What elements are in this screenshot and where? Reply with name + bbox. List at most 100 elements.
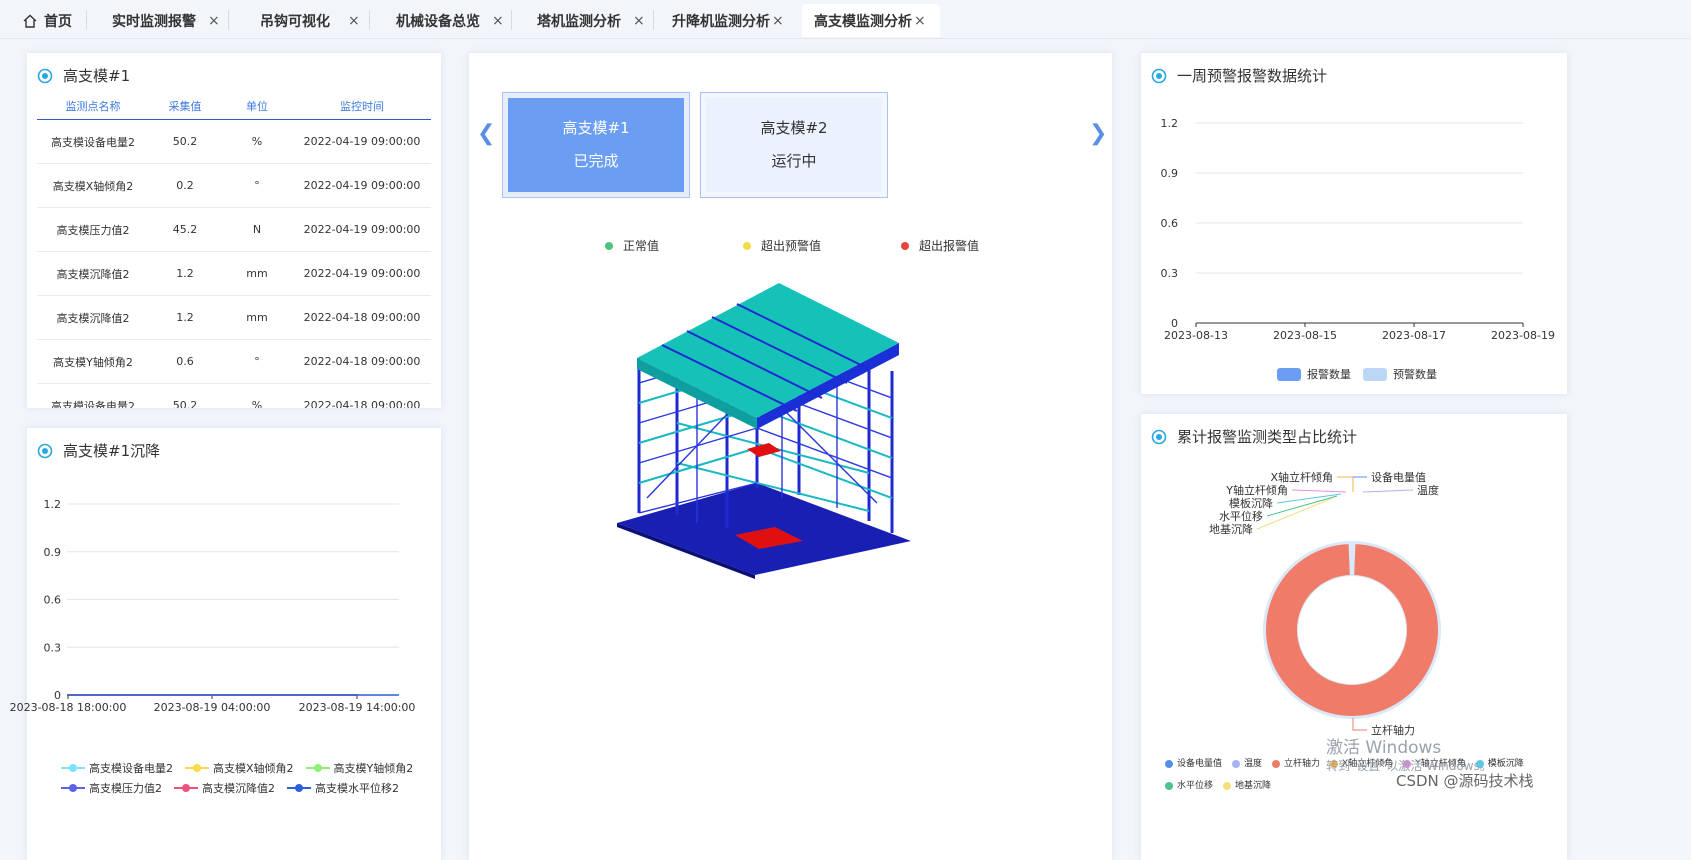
table-cell: % [221, 119, 293, 164]
table-row[interactable]: 高支模沉降值2 1.2 mm 2022-04-18 09:00:00 [37, 295, 431, 340]
table-cell: 2022-04-18 09:00:00 [293, 295, 431, 340]
legend-marker [287, 784, 311, 792]
close-icon[interactable]: × [208, 13, 220, 29]
legend-item[interactable]: 高支模X轴倾角2 [185, 760, 294, 776]
y-tick-label: 0.3 [1161, 267, 1179, 280]
close-icon[interactable]: × [914, 13, 926, 29]
legend-label: 设备电量值 [1177, 759, 1223, 769]
callout-label: 温度 [1417, 483, 1439, 497]
panel-title: 一周预警报警数据统计 [1151, 65, 1327, 86]
chevron-right-icon[interactable]: ❯ [1089, 121, 1107, 146]
tab-elevator[interactable]: 升降机监测分析 × [672, 4, 784, 37]
legend-item[interactable]: 高支模Y轴倾角2 [305, 760, 414, 776]
y-tick-label: 0.9 [1161, 167, 1179, 180]
legend-label: 高支模压力值2 [89, 782, 162, 795]
y-tick-label: 1.2 [1161, 117, 1179, 130]
table-row[interactable]: 高支模设备电量2 50.2% 2022-04-19 09:00:00 [37, 119, 431, 164]
table-row[interactable]: 高支模X轴倾角2 0.2 ° 2022-04-19 09:00:00 [37, 163, 431, 208]
y-tick-label: 1.2 [44, 498, 62, 511]
table-header-row: 监测点名称 采集值 单位 监控时间 [37, 93, 431, 120]
legend-dot [605, 242, 613, 250]
table-cell: 2022-04-18 09:00:00 [293, 339, 431, 384]
tab-divider [511, 10, 512, 30]
formwork-card-1[interactable]: 高支模#1 已完成 [502, 92, 690, 198]
legend-marker [185, 764, 209, 772]
callout-label: 水平位移 [1219, 509, 1263, 523]
weekly-legend: 报警数量 预警数量 [1277, 366, 1437, 382]
tab-hook-visual[interactable]: 吊钩可视化 × [260, 4, 360, 37]
legend-alarm: 超出报警值 [901, 237, 979, 254]
y-tick-label: 0.6 [1161, 217, 1179, 230]
x-tick-label: 2023-08-17 [1382, 329, 1446, 342]
column-header: 监控时间 [293, 93, 431, 120]
x-tick-label: 2023-08-15 [1273, 329, 1337, 342]
x-tick-label: 2023-08-19 14:00:00 [299, 701, 416, 714]
legend-item[interactable]: 高支模水平位移2 [287, 780, 399, 796]
table-cell: 2022-04-19 09:00:00 [293, 251, 431, 296]
donut-hole [1298, 576, 1406, 684]
tab-label: 首页 [44, 13, 72, 30]
y-tick-label: 0.3 [44, 641, 62, 654]
csdn-credit: CSDN @源码技术栈 [1396, 772, 1534, 790]
legend-label: 预警数量 [1393, 368, 1437, 381]
close-icon[interactable]: × [492, 13, 504, 29]
table-cell: 50.2 [149, 119, 221, 164]
table-cell: 高支模压力值2 [37, 207, 149, 252]
tab-label: 塔机监测分析 [537, 13, 621, 30]
legend-dot [901, 242, 909, 250]
monitor-table: 监测点名称 采集值 单位 监控时间 高支模设备电量2 50.2% 2022-04-1… [37, 93, 431, 408]
table-cell: 45.2 [149, 207, 221, 252]
settlement-legend: 高支模设备电量2 高支模X轴倾角2 高支模Y轴倾角2 高支模压力值2 高支模沉降值2 高… [61, 760, 425, 800]
legend-item[interactable]: 地基沉降 [1223, 776, 1271, 796]
tab-realtime-alarm[interactable]: 实时监测报警 × [112, 4, 220, 37]
chevron-left-icon[interactable]: ❮ [477, 121, 495, 146]
close-icon[interactable]: × [348, 13, 360, 29]
close-icon[interactable]: × [772, 13, 784, 29]
table-cell: N [221, 207, 293, 252]
table-row[interactable]: 高支模压力值2 45.2 N 2022-04-19 09:00:00 [37, 207, 431, 252]
status-legend: 正常值 超出预警值 超出报警值 [605, 237, 979, 254]
table-row[interactable]: 高支模沉降值2 1.2 mm 2022-04-19 09:00:00 [37, 251, 431, 296]
table-cell: 高支模沉降值2 [37, 251, 149, 296]
table-cell: % [221, 383, 293, 408]
legend-normal: 正常值 [605, 237, 743, 254]
legend-label: 正常值 [623, 239, 660, 253]
legend-label: 温度 [1244, 759, 1263, 769]
tab-formwork[interactable]: 高支模监测分析 × [802, 4, 940, 37]
legend-item[interactable]: 立杆轴力 [1272, 754, 1320, 774]
table-row[interactable]: 高支模设备电量2 50.2% 2022-04-18 09:00:00 [37, 383, 431, 408]
callout-label: X轴立杆倾角 [1270, 470, 1333, 484]
tab-home[interactable]: 首页 [22, 4, 72, 37]
pie-title: 累计报警监测类型占比统计 [1177, 428, 1358, 446]
formwork-card-2[interactable]: 高支模#2 运行中 [700, 92, 888, 198]
legend-swatch [1363, 367, 1387, 381]
table-cell: 高支模Y轴倾角2 [37, 339, 149, 384]
legend-item[interactable]: 高支模压力值2 [61, 780, 162, 796]
table-cell: 2022-04-19 09:00:00 [293, 207, 431, 252]
legend-dot [1232, 760, 1241, 768]
legend-item[interactable]: 温度 [1232, 754, 1262, 774]
callout-label: Y轴立杆倾角 [1225, 483, 1288, 497]
callout-line [1352, 718, 1367, 731]
callout-line [1362, 489, 1414, 493]
legend-item[interactable]: 高支模沉降值2 [174, 780, 275, 796]
legend-label: 高支模Y轴倾角2 [333, 762, 414, 775]
table-cell: 1.2 [149, 295, 221, 340]
x-tick-label: 2023-08-13 [1164, 329, 1228, 342]
formwork-3d-model [617, 283, 911, 579]
table-row[interactable]: 高支模Y轴倾角2 0.6 ° 2022-04-18 09:00:00 [37, 339, 431, 384]
weekly-bar-chart: 00.30.60.91.22023-08-13 2023-08-15 2023-08… [1161, 117, 1555, 342]
tab-tower-crane[interactable]: 塔机监测分析 × [537, 4, 645, 37]
close-icon[interactable]: × [633, 13, 645, 29]
column-header: 监测点名称 [37, 93, 149, 120]
legend-item[interactable]: 水平位移 [1165, 776, 1213, 796]
monitor-table-viewport: 监测点名称 采集值 单位 监控时间 高支模设备电量2 50.2% 2022-04-1… [27, 53, 441, 408]
legend-marker [61, 764, 85, 772]
legend-item[interactable]: 高支模设备电量2 [61, 760, 173, 776]
legend-marker [305, 764, 330, 772]
legend-label: 高支模沉降值2 [202, 782, 275, 795]
table-cell: 高支模设备电量2 [37, 383, 149, 408]
legend-row: 高支模设备电量2 高支模X轴倾角2 高支模Y轴倾角2 [61, 760, 425, 780]
tab-machinery-overview[interactable]: 机械设备总览 × [396, 4, 504, 37]
legend-item[interactable]: 设备电量值 [1165, 754, 1222, 774]
